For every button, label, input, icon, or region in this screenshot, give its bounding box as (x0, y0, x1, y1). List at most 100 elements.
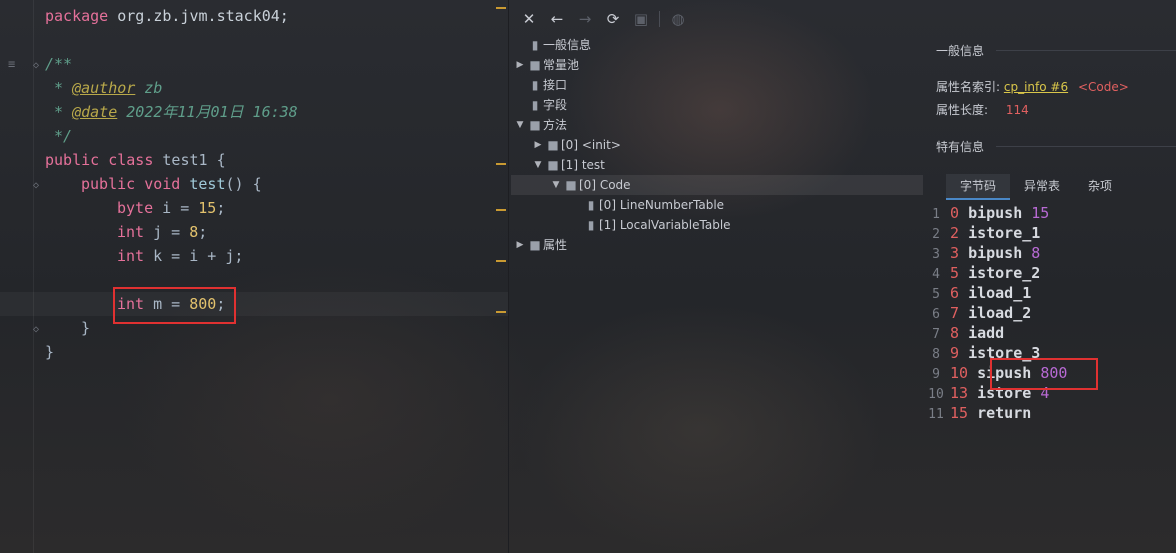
code-line-close-class[interactable]: } (45, 340, 54, 364)
bytecode-row[interactable]: 33 bipush 8 (922, 243, 1040, 263)
code-line-doc-close[interactable]: */ (45, 124, 72, 148)
bytecode-row[interactable]: 22 istore_1 (922, 223, 1040, 243)
folder-icon: ■ (529, 58, 541, 72)
general-info-title: 一般信息 (936, 44, 985, 58)
attribute-length-row: 属性长度: 114 (936, 103, 1029, 117)
tab-exception-table[interactable]: 异常表 (1010, 174, 1074, 198)
fold-marker-icon[interactable]: ◇ (33, 181, 42, 191)
tree-item-code[interactable]: ▼ ■ [0] Code (511, 175, 923, 195)
code-line-doc-open[interactable]: /** (45, 52, 72, 76)
folder-icon: ■ (529, 238, 541, 252)
section-divider (996, 146, 1176, 147)
forward-arrow-icon[interactable]: → (575, 9, 595, 29)
expand-arrow-icon[interactable]: ▶ (531, 135, 545, 155)
code-line-int-j[interactable]: int j = 8; (117, 220, 207, 244)
back-arrow-icon[interactable]: ← (547, 9, 567, 29)
bytecode-row[interactable]: 11 15 return (922, 403, 1031, 423)
code-line-close-method[interactable]: } (81, 316, 90, 340)
file-icon: ▮ (531, 98, 539, 112)
folder-icon: ■ (547, 158, 559, 172)
highlight-box-source (113, 287, 236, 324)
tree-item-local-variable-table[interactable]: ▮ [1] LocalVariableTable (583, 215, 731, 235)
bytecode-opcode: bipush (968, 244, 1023, 262)
bytecode-offset: 5 (950, 264, 960, 282)
collapse-arrow-icon[interactable]: ▼ (549, 175, 563, 195)
name-index-value: <Code> (1077, 80, 1129, 94)
code-line-int-k[interactable]: int k = i + j; (117, 244, 243, 268)
expand-arrow-icon[interactable]: ▶ (513, 55, 527, 75)
bytecode-offset: 6 (950, 284, 960, 302)
tree-item-attributes[interactable]: ▶ ■ 属性 (513, 235, 567, 255)
cp-info-link[interactable]: cp_info #6 (1004, 80, 1068, 94)
expand-arrow-icon[interactable]: ▶ (513, 235, 527, 255)
tree-item-line-number-table[interactable]: ▮ [0] LineNumberTable (583, 195, 724, 215)
bytecode-offset: 0 (950, 204, 960, 222)
file-icon: ▮ (587, 218, 595, 232)
code-line-date[interactable]: * @date 2022年11月01日 16:38 (45, 100, 298, 124)
tab-bytecode[interactable]: 字节码 (946, 174, 1011, 200)
bytecode-line-number: 8 (932, 347, 940, 362)
tab-misc[interactable]: 杂项 (1074, 174, 1126, 198)
code-line-method[interactable]: public void test() { (81, 172, 262, 196)
error-stripe-mark[interactable] (496, 7, 506, 9)
bytecode-line-number: 1 (932, 207, 940, 222)
bytecode-row[interactable]: 78 iadd (922, 323, 1004, 343)
collapse-arrow-icon[interactable]: ▼ (513, 115, 527, 135)
error-stripe-mark[interactable] (496, 311, 506, 313)
tree-item-general-info[interactable]: ▮ 一般信息 (513, 35, 591, 55)
error-stripe-mark[interactable] (496, 209, 506, 211)
specific-info-title: 特有信息 (936, 140, 985, 154)
bytecode-operand: 8 (1031, 244, 1041, 262)
classfile-tree-pane[interactable]: ✕ ← → ⟳ ▣ ◍ ▮ 一般信息 ▶ ■ 常量池 ▮ 接口 ▮ 字段 ▼ ■ 方法 ▶ ■[… (508, 0, 923, 553)
code-line-package[interactable]: package org.zb.jvm.stack04; (45, 4, 289, 28)
bytecode-row[interactable]: 67 iload_2 (922, 303, 1031, 323)
folder-icon: ■ (565, 178, 577, 192)
bytecode-opcode: iadd (968, 324, 1005, 342)
bytecode-line-number: 2 (932, 227, 940, 242)
bytecode-line-number: 6 (932, 307, 940, 322)
error-stripe-mark[interactable] (496, 163, 506, 165)
bytecode-line-number: 11 (928, 407, 944, 422)
close-icon[interactable]: ✕ (519, 9, 539, 29)
name-index-row: 属性名索引: cp_info #6 <Code> (936, 80, 1129, 94)
toolbar-separator (659, 11, 660, 27)
tree-item-fields[interactable]: ▮ 字段 (513, 95, 567, 115)
error-stripe-mark[interactable] (496, 260, 506, 262)
bytecode-opcode: iload_1 (968, 284, 1032, 302)
bytecode-offset: 10 (950, 364, 969, 382)
bytecode-row[interactable]: 10 bipush 15 (922, 203, 1049, 223)
tree-item-methods[interactable]: ▼ ■ 方法 (513, 115, 567, 135)
current-line-highlight (0, 292, 508, 316)
bytecode-offset: 7 (950, 304, 960, 322)
folder-icon: ■ (547, 138, 559, 152)
bytecode-opcode: istore_1 (968, 224, 1041, 242)
attribute-length-value: 114 (1005, 103, 1029, 117)
bytecode-row[interactable]: 45 istore_2 (922, 263, 1040, 283)
bytecode-offset: 2 (950, 224, 960, 242)
code-line-byte-i[interactable]: byte i = 15; (117, 196, 225, 220)
tree-item-interfaces[interactable]: ▮ 接口 (513, 75, 567, 95)
web-icon[interactable]: ◍ (668, 9, 688, 29)
collapse-arrow-icon[interactable]: ▼ (531, 155, 545, 175)
file-icon: ▮ (531, 38, 539, 52)
tree-item-constant-pool[interactable]: ▶ ■ 常量池 (513, 55, 579, 75)
section-divider (996, 50, 1176, 51)
bytecode-line-number: 4 (932, 267, 940, 282)
bytecode-opcode: return (977, 404, 1032, 422)
bytecode-row[interactable]: 56 iload_1 (922, 283, 1031, 303)
folder-icon: ■ (529, 118, 541, 132)
info-tabs: 字节码 异常表 杂项 (946, 174, 1126, 200)
code-line-author[interactable]: * @author zb (45, 76, 162, 100)
fold-marker-icon[interactable]: ◇ (33, 325, 42, 335)
tree-item-method-test[interactable]: ▼ ■ [1] test (531, 155, 605, 175)
bytecode-line-number: 9 (932, 367, 940, 382)
save-icon[interactable]: ▣ (631, 9, 651, 29)
code-line-class[interactable]: public class test1 { (45, 148, 226, 172)
refresh-icon[interactable]: ⟳ (603, 9, 623, 29)
fold-marker-icon[interactable]: ◇ (33, 61, 42, 71)
bytecode-offset: 3 (950, 244, 960, 262)
attribute-info-pane: 一般信息 属性名索引: cp_info #6 <Code> 属性长度: 114 … (922, 0, 1176, 553)
code-editor[interactable]: ≡ ◇ ◇ ◇ package org.zb.jvm.stack04; /** … (0, 0, 508, 553)
tree-item-method-init[interactable]: ▶ ■ [0] <init> (531, 135, 621, 155)
file-icon: ▮ (587, 198, 595, 212)
